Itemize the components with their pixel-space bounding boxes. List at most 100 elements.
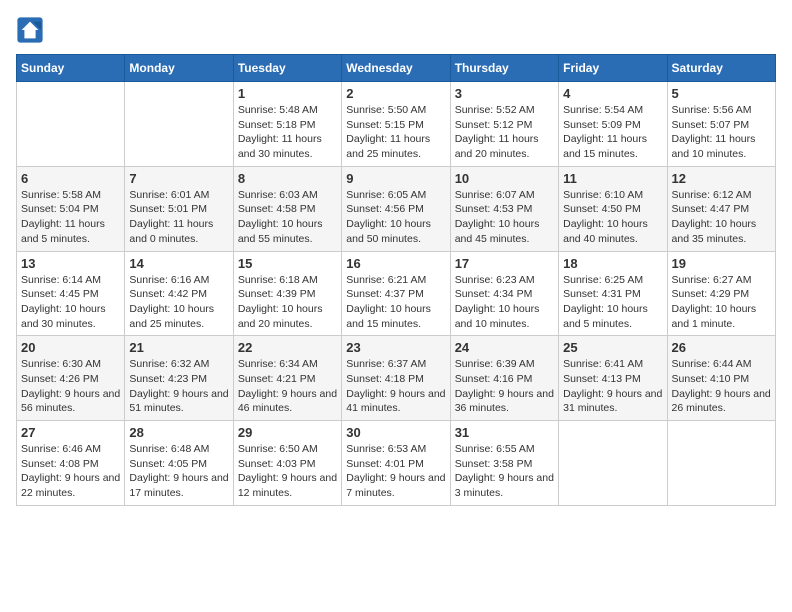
day-number: 6 — [21, 171, 120, 186]
day-info: Sunrise: 5:58 AM Sunset: 5:04 PM Dayligh… — [21, 188, 120, 247]
day-info: Sunrise: 6:21 AM Sunset: 4:37 PM Dayligh… — [346, 273, 445, 332]
day-number: 2 — [346, 86, 445, 101]
calendar-cell: 5Sunrise: 5:56 AM Sunset: 5:07 PM Daylig… — [667, 82, 775, 167]
calendar-week-2: 6 Sunrise: 5:58 AM Sunset: 5:04 PM Daylig… — [17, 166, 776, 251]
day-number: 29 — [238, 425, 337, 440]
calendar-cell: 8 Sunrise: 6:03 AM Sunset: 4:58 PM Daylig… — [233, 166, 341, 251]
day-info: Sunrise: 6:25 AM Sunset: 4:31 PM Dayligh… — [563, 273, 662, 332]
calendar-cell: 9 Sunrise: 6:05 AM Sunset: 4:56 PM Daylig… — [342, 166, 450, 251]
day-number: 27 — [21, 425, 120, 440]
day-number: 10 — [455, 171, 554, 186]
day-info: Sunrise: 5:48 AM Sunset: 5:18 PM Dayligh… — [238, 103, 337, 162]
day-info: Sunrise: 6:03 AM Sunset: 4:58 PM Dayligh… — [238, 188, 337, 247]
calendar-cell: 3 Sunrise: 5:52 AM Sunset: 5:12 PM Daylig… — [450, 82, 558, 167]
day-info: Sunrise: 6:05 AM Sunset: 4:56 PM Dayligh… — [346, 188, 445, 247]
day-info: Sunrise: 6:53 AM Sunset: 4:01 PM Dayligh… — [346, 442, 445, 501]
calendar-cell: 31 Sunrise: 6:55 AM Sunset: 3:58 PM Dayli… — [450, 421, 558, 506]
day-number: 11 — [563, 171, 662, 186]
calendar-header-row: SundayMondayTuesdayWednesdayThursdayFrid… — [17, 55, 776, 82]
day-number: 24 — [455, 340, 554, 355]
weekday-header-monday: Monday — [125, 55, 233, 82]
day-info: Sunrise: 6:41 AM Sunset: 4:13 PM Dayligh… — [563, 357, 662, 416]
day-info: Sunrise: 6:44 AM Sunset: 4:10 PM Dayligh… — [672, 357, 771, 416]
calendar-cell — [667, 421, 775, 506]
calendar-table: SundayMondayTuesdayWednesdayThursdayFrid… — [16, 54, 776, 506]
calendar-cell: 26 Sunrise: 6:44 AM Sunset: 4:10 PM Dayli… — [667, 336, 775, 421]
logo — [16, 16, 48, 44]
weekday-header-wednesday: Wednesday — [342, 55, 450, 82]
calendar-cell: 23 Sunrise: 6:37 AM Sunset: 4:18 PM Dayli… — [342, 336, 450, 421]
day-number: 26 — [672, 340, 771, 355]
day-info: Sunrise: 6:10 AM Sunset: 4:50 PM Dayligh… — [563, 188, 662, 247]
day-info: Sunrise: 6:07 AM Sunset: 4:53 PM Dayligh… — [455, 188, 554, 247]
calendar-cell: 12 Sunrise: 6:12 AM Sunset: 4:47 PM Dayli… — [667, 166, 775, 251]
day-info: Sunrise: 6:14 AM Sunset: 4:45 PM Dayligh… — [21, 273, 120, 332]
day-info: Sunrise: 5:52 AM Sunset: 5:12 PM Dayligh… — [455, 103, 554, 162]
day-number: 23 — [346, 340, 445, 355]
calendar-cell: 1 Sunrise: 5:48 AM Sunset: 5:18 PM Daylig… — [233, 82, 341, 167]
day-number: 4 — [563, 86, 662, 101]
day-number: 3 — [455, 86, 554, 101]
day-info: Sunrise: 6:01 AM Sunset: 5:01 PM Dayligh… — [129, 188, 228, 247]
calendar-cell: 20 Sunrise: 6:30 AM Sunset: 4:26 PM Dayli… — [17, 336, 125, 421]
calendar-cell: 10 Sunrise: 6:07 AM Sunset: 4:53 PM Dayli… — [450, 166, 558, 251]
calendar-cell: 30 Sunrise: 6:53 AM Sunset: 4:01 PM Dayli… — [342, 421, 450, 506]
day-info: Sunrise: 6:16 AM Sunset: 4:42 PM Dayligh… — [129, 273, 228, 332]
weekday-header-thursday: Thursday — [450, 55, 558, 82]
page-header — [16, 16, 776, 44]
day-number: 9 — [346, 171, 445, 186]
weekday-header-sunday: Sunday — [17, 55, 125, 82]
calendar-cell: 14 Sunrise: 6:16 AM Sunset: 4:42 PM Dayli… — [125, 251, 233, 336]
calendar-body: 1 Sunrise: 5:48 AM Sunset: 5:18 PM Daylig… — [17, 82, 776, 506]
day-info: Sunrise: 6:30 AM Sunset: 4:26 PM Dayligh… — [21, 357, 120, 416]
day-info: Sunrise: 6:48 AM Sunset: 4:05 PM Dayligh… — [129, 442, 228, 501]
day-number: 19 — [672, 256, 771, 271]
calendar-cell — [125, 82, 233, 167]
calendar-cell: 2 Sunrise: 5:50 AM Sunset: 5:15 PM Daylig… — [342, 82, 450, 167]
calendar-cell — [17, 82, 125, 167]
calendar-cell — [559, 421, 667, 506]
calendar-cell: 15Sunrise: 6:18 AM Sunset: 4:39 PM Dayli… — [233, 251, 341, 336]
calendar-cell: 11 Sunrise: 6:10 AM Sunset: 4:50 PM Dayli… — [559, 166, 667, 251]
logo-icon — [16, 16, 44, 44]
weekday-header-saturday: Saturday — [667, 55, 775, 82]
day-info: Sunrise: 6:46 AM Sunset: 4:08 PM Dayligh… — [21, 442, 120, 501]
day-number: 17 — [455, 256, 554, 271]
day-info: Sunrise: 6:32 AM Sunset: 4:23 PM Dayligh… — [129, 357, 228, 416]
calendar-cell: 24 Sunrise: 6:39 AM Sunset: 4:16 PM Dayli… — [450, 336, 558, 421]
calendar-cell: 4 Sunrise: 5:54 AM Sunset: 5:09 PM Daylig… — [559, 82, 667, 167]
calendar-cell: 22 Sunrise: 6:34 AM Sunset: 4:21 PM Dayli… — [233, 336, 341, 421]
day-info: Sunrise: 6:50 AM Sunset: 4:03 PM Dayligh… — [238, 442, 337, 501]
day-number: 1 — [238, 86, 337, 101]
day-info: Sunrise: 6:23 AM Sunset: 4:34 PM Dayligh… — [455, 273, 554, 332]
day-info: Sunrise: 5:54 AM Sunset: 5:09 PM Dayligh… — [563, 103, 662, 162]
day-number: 31 — [455, 425, 554, 440]
calendar-week-1: 1 Sunrise: 5:48 AM Sunset: 5:18 PM Daylig… — [17, 82, 776, 167]
calendar-cell: 7 Sunrise: 6:01 AM Sunset: 5:01 PM Daylig… — [125, 166, 233, 251]
day-number: 22 — [238, 340, 337, 355]
day-info: Sunrise: 6:39 AM Sunset: 4:16 PM Dayligh… — [455, 357, 554, 416]
calendar-cell: 13Sunrise: 6:14 AM Sunset: 4:45 PM Dayli… — [17, 251, 125, 336]
calendar-cell: 17 Sunrise: 6:23 AM Sunset: 4:34 PM Dayli… — [450, 251, 558, 336]
calendar-cell: 16 Sunrise: 6:21 AM Sunset: 4:37 PM Dayli… — [342, 251, 450, 336]
calendar-cell: 21Sunrise: 6:32 AM Sunset: 4:23 PM Dayli… — [125, 336, 233, 421]
weekday-header-tuesday: Tuesday — [233, 55, 341, 82]
day-number: 20 — [21, 340, 120, 355]
day-info: Sunrise: 6:55 AM Sunset: 3:58 PM Dayligh… — [455, 442, 554, 501]
day-number: 30 — [346, 425, 445, 440]
day-info: Sunrise: 6:37 AM Sunset: 4:18 PM Dayligh… — [346, 357, 445, 416]
day-number: 8 — [238, 171, 337, 186]
calendar-cell: 6 Sunrise: 5:58 AM Sunset: 5:04 PM Daylig… — [17, 166, 125, 251]
day-number: 28 — [129, 425, 228, 440]
day-number: 12 — [672, 171, 771, 186]
day-number: 16 — [346, 256, 445, 271]
calendar-cell: 25Sunrise: 6:41 AM Sunset: 4:13 PM Dayli… — [559, 336, 667, 421]
day-info: Sunrise: 5:50 AM Sunset: 5:15 PM Dayligh… — [346, 103, 445, 162]
day-info: Sunrise: 6:27 AM Sunset: 4:29 PM Dayligh… — [672, 273, 771, 332]
day-number: 18 — [563, 256, 662, 271]
day-number: 7 — [129, 171, 228, 186]
day-number: 14 — [129, 256, 228, 271]
day-info: Sunrise: 6:12 AM Sunset: 4:47 PM Dayligh… — [672, 188, 771, 247]
day-info: Sunrise: 6:34 AM Sunset: 4:21 PM Dayligh… — [238, 357, 337, 416]
calendar-week-4: 20 Sunrise: 6:30 AM Sunset: 4:26 PM Dayli… — [17, 336, 776, 421]
